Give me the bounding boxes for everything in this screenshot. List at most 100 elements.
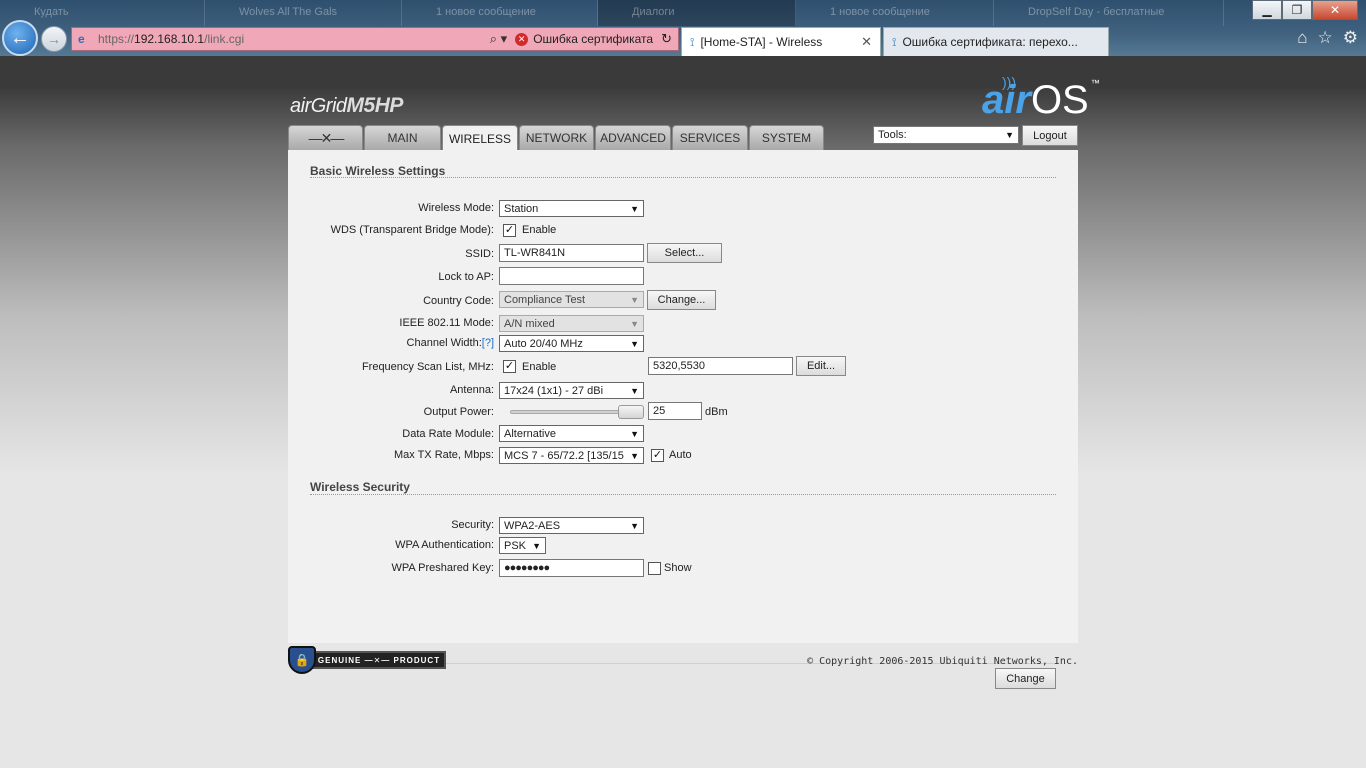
ubiquiti-logo-icon: —✕— — [308, 129, 345, 146]
ubiquiti-logo-icon: —✕— — [364, 655, 391, 665]
antenna-label: Antenna: — [449, 384, 494, 396]
ghost-tab: DropSelf Day - бесплатные — [994, 0, 1224, 26]
browser-tab-active[interactable]: ⟟ [Home-STA] - Wireless ✕ — [681, 27, 881, 56]
wpa-auth-label: WPA Authentication: — [395, 539, 494, 551]
genuine-product-badge: GENUINE —✕— PRODUCT 🔒 — [288, 646, 446, 674]
row-antenna: Antenna: 17x24 (1x1) - 27 dBi ▼ — [288, 382, 1078, 400]
tab-system[interactable]: SYSTEM — [749, 125, 824, 150]
browser-tab[interactable]: ⟟ Ошибка сертификата: перехо... — [883, 27, 1109, 56]
ieee-mode-select[interactable]: A/N mixed ▼ — [499, 315, 644, 332]
airos-page: airGridM5HP ))) airOS ™ —✕— MAIN WIRELESS … — [0, 56, 1366, 768]
chevron-down-icon: ▼ — [630, 385, 639, 396]
wireless-mode-select[interactable]: Station ▼ — [499, 200, 644, 217]
frequency-edit-button[interactable]: Edit... — [796, 356, 846, 376]
tab-network[interactable]: NETWORK — [519, 125, 594, 150]
chevron-down-icon: ▼ — [1005, 130, 1014, 140]
product-logo: airGridM5HP — [290, 94, 403, 117]
main-nav-tabs: —✕— MAIN WIRELESS NETWORK ADVANCED SERVI… — [288, 125, 824, 151]
row-frequency-scan: Frequency Scan List, MHz: ✓ Enable 5320,… — [288, 356, 1078, 376]
chevron-down-icon: ▼ — [630, 338, 639, 349]
minimize-button[interactable]: ▁ — [1252, 0, 1282, 20]
output-power-slider-handle[interactable] — [618, 405, 644, 419]
psk-show-checkbox[interactable] — [648, 562, 661, 575]
ghost-tab: Wolves All The Gals — [205, 0, 402, 26]
output-power-unit: dBm — [705, 406, 728, 418]
tab-title: [Home-STA] - Wireless — [700, 35, 823, 49]
max-tx-label: Max TX Rate, Mbps: — [393, 449, 494, 461]
tab-services[interactable]: SERVICES — [672, 125, 748, 150]
chevron-down-icon: ▼ — [630, 294, 639, 305]
favorites-icon[interactable]: ☆ — [1318, 28, 1333, 48]
channel-width-select[interactable]: Auto 20/40 MHz ▼ — [499, 335, 644, 352]
airos-logo: ))) airOS ™ — [982, 74, 1100, 122]
page-icon: e — [78, 32, 85, 46]
row-security: Security: WPA2-AES ▼ — [288, 517, 1078, 535]
tab-advanced[interactable]: ADVANCED — [595, 125, 671, 150]
country-change-button[interactable]: Change... — [647, 290, 716, 310]
data-rate-select[interactable]: Alternative ▼ — [499, 425, 644, 442]
country-label: Country Code: — [423, 295, 494, 307]
tools-select[interactable]: Tools: ▼ — [873, 126, 1019, 144]
row-max-tx: Max TX Rate, Mbps: MCS 7 - 65/72.2 [135/… — [288, 447, 1078, 465]
security-label: Security: — [451, 519, 494, 531]
max-tx-auto-checkbox[interactable]: ✓ — [651, 449, 664, 462]
browser-toolbar: ⌂ ☆ ⚙ — [1297, 28, 1358, 48]
tab-main[interactable]: MAIN — [364, 125, 441, 150]
wifi-icon: ⟟ — [892, 34, 897, 49]
search-dropdown-icon[interactable]: ⌕ ▾ — [490, 31, 507, 47]
frequency-scan-checkbox[interactable]: ✓ — [503, 360, 516, 373]
certificate-error[interactable]: ✕ Ошибка сертификата — [515, 32, 653, 46]
help-link[interactable]: [?] — [482, 337, 494, 349]
antenna-select[interactable]: 17x24 (1x1) - 27 dBi ▼ — [499, 382, 644, 399]
badge-strip: GENUINE —✕— PRODUCT — [312, 651, 446, 669]
lock-ap-input[interactable] — [499, 267, 644, 285]
background-window-tabs: Кудать Wolves All The Gals 1 новое сообщ… — [0, 0, 1250, 26]
ssid-select-button[interactable]: Select... — [647, 243, 722, 263]
ssid-input[interactable]: TL-WR841N — [499, 244, 644, 262]
browser-chrome: Кудать Wolves All The Gals 1 новое сообщ… — [0, 0, 1366, 56]
tab-wireless[interactable]: WIRELESS — [442, 125, 518, 151]
address-bar[interactable]: e https://192.168.10.1/link.cgi ⌕ ▾ ✕ Ош… — [71, 27, 679, 51]
divider — [310, 494, 1056, 495]
copyright-text: © Copyright 2006-2015 Ubiquiti Networks,… — [807, 656, 1078, 667]
lock-shield-icon: 🔒 — [288, 646, 316, 674]
settings-gear-icon[interactable]: ⚙ — [1343, 28, 1358, 48]
max-tx-select[interactable]: MCS 7 - 65/72.2 [135/15 ▼ — [499, 447, 644, 464]
row-lock-ap: Lock to AP: — [288, 267, 1078, 285]
signal-arc-icon: ))) — [1002, 74, 1016, 90]
wpa-auth-select[interactable]: PSK ▼ — [499, 537, 546, 554]
logout-button[interactable]: Logout — [1022, 125, 1078, 146]
row-output-power: Output Power: 25 dBm — [288, 402, 1078, 421]
psk-input[interactable]: ●●●●●●●● — [499, 559, 644, 577]
forward-button[interactable]: → — [41, 26, 67, 52]
row-wireless-mode: Wireless Mode: Station ▼ — [288, 200, 1078, 218]
chevron-down-icon: ▼ — [630, 450, 639, 461]
frequency-scan-enable-label: Enable — [522, 361, 557, 373]
wireless-mode-label: Wireless Mode: — [418, 202, 494, 214]
wifi-icon: ⟟ — [690, 34, 695, 49]
error-icon: ✕ — [515, 32, 529, 46]
wds-label: WDS (Transparent Bridge Mode): — [330, 224, 494, 236]
arrow-right-icon: → — [47, 31, 61, 47]
change-button[interactable]: Change — [995, 668, 1056, 689]
home-icon[interactable]: ⌂ — [1297, 28, 1307, 48]
close-tab-icon[interactable]: ✕ — [861, 34, 872, 50]
output-power-input[interactable]: 25 — [648, 402, 702, 420]
ghost-tab: Диалоги — [598, 0, 796, 26]
tab-ubnt-logo[interactable]: —✕— — [288, 125, 363, 150]
window-controls: ▁ ❐ ✕ — [1252, 0, 1358, 20]
wds-checkbox[interactable]: ✓ — [503, 224, 516, 237]
back-button[interactable]: ← — [2, 20, 38, 56]
row-ieee-mode: IEEE 802.11 Mode: A/N mixed ▼ — [288, 315, 1078, 333]
wireless-settings-panel: Basic Wireless Settings Wireless Mode: S… — [288, 150, 1078, 689]
section-title-security: Wireless Security — [310, 480, 410, 494]
row-data-rate: Data Rate Module: Alternative ▼ — [288, 425, 1078, 443]
security-select[interactable]: WPA2-AES ▼ — [499, 517, 644, 534]
country-select[interactable]: Compliance Test ▼ — [499, 291, 644, 308]
frequency-scan-input[interactable]: 5320,5530 — [648, 357, 793, 375]
close-window-button[interactable]: ✕ — [1312, 0, 1358, 20]
address-url: https://192.168.10.1/link.cgi — [98, 32, 245, 46]
maximize-button[interactable]: ❐ — [1282, 0, 1312, 20]
refresh-icon[interactable]: ↻ — [661, 31, 672, 47]
psk-show-label: Show — [664, 562, 692, 574]
